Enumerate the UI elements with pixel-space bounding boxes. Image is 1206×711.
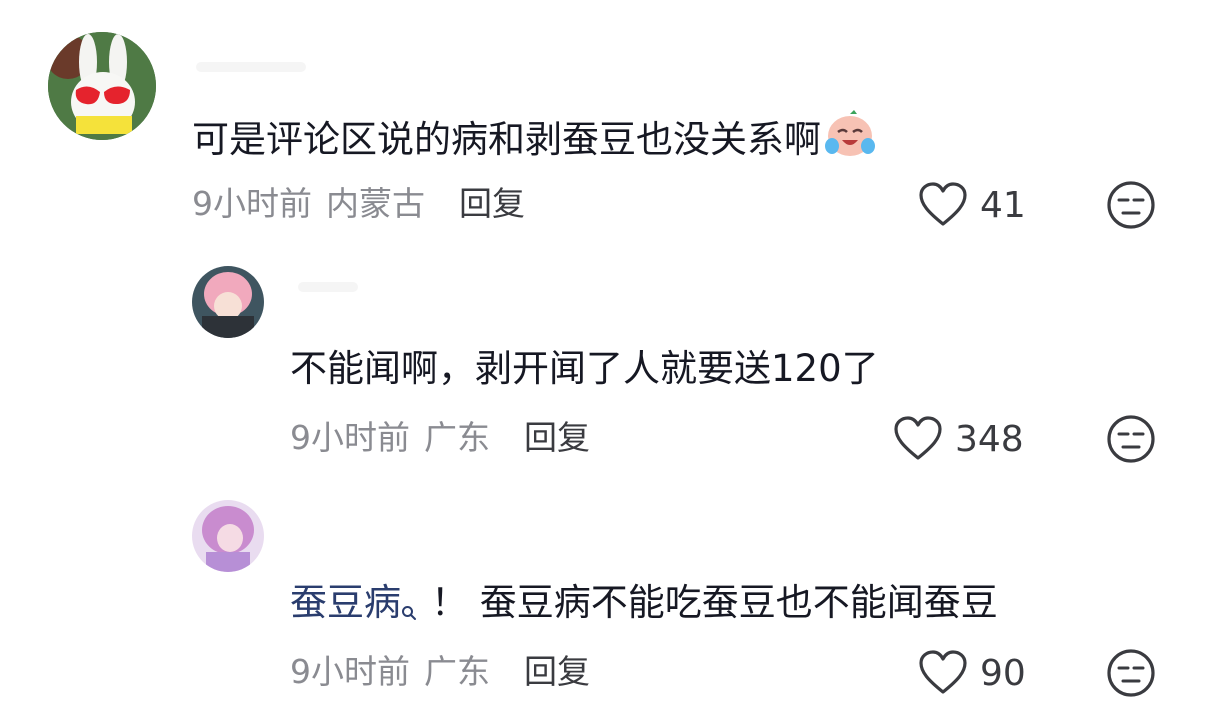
heart-outline-icon <box>919 650 967 694</box>
reply-button[interactable]: 回复 <box>459 182 525 226</box>
laughing-crying-emoji-icon <box>823 108 877 175</box>
dislike-button[interactable] <box>1106 648 1156 702</box>
comment-text: 不能闻啊，剥开闻了人就要送120了 <box>290 347 879 390</box>
comment-meta: 9小时前 广东 回复 <box>290 650 590 694</box>
comment-location: 广东 <box>424 652 490 691</box>
comment-text-content: 可是评论区说的病和剥蚕豆也没关系啊 <box>192 118 821 161</box>
comment-time: 9小时前 <box>192 184 312 223</box>
like-button[interactable]: 90 <box>918 650 1026 696</box>
like-count: 41 <box>980 184 1026 226</box>
reply-button[interactable]: 回复 <box>524 416 590 460</box>
unamused-face-icon <box>1107 181 1155 229</box>
like-count: 348 <box>955 418 1024 460</box>
comment-meta: 9小时前 内蒙古 回复 <box>192 182 525 226</box>
comment-time: 9小时前 <box>290 418 410 457</box>
comment-text-content: ！ 蚕豆病不能吃蚕豆也不能闻蚕豆 <box>431 581 998 624</box>
avatar[interactable] <box>192 266 264 338</box>
comment-time: 9小时前 <box>290 652 410 691</box>
comment-location: 内蒙古 <box>326 184 425 223</box>
dislike-button[interactable] <box>1106 180 1156 234</box>
search-icon[interactable] <box>401 584 417 634</box>
unamused-face-icon <box>1107 649 1155 697</box>
heart-outline-icon <box>919 182 967 226</box>
comment-location: 广东 <box>424 418 490 457</box>
comment-text: 蚕豆病 ！ 蚕豆病不能吃蚕豆也不能闻蚕豆 <box>290 578 998 634</box>
search-link[interactable]: 蚕豆病 <box>290 581 401 624</box>
username-placeholder[interactable] <box>298 282 358 292</box>
username-placeholder[interactable] <box>196 62 306 72</box>
avatar[interactable] <box>48 32 156 140</box>
comment-meta: 9小时前 广东 回复 <box>290 416 590 460</box>
like-button[interactable]: 348 <box>893 416 1024 462</box>
like-button[interactable]: 41 <box>918 182 1026 228</box>
avatar[interactable] <box>192 500 264 572</box>
unamused-face-icon <box>1107 415 1155 463</box>
like-count: 90 <box>980 652 1026 694</box>
heart-outline-icon <box>894 416 942 460</box>
reply-button[interactable]: 回复 <box>524 650 590 694</box>
comment-text: 可是评论区说的病和剥蚕豆也没关系啊 <box>192 108 877 175</box>
dislike-button[interactable] <box>1106 414 1156 468</box>
